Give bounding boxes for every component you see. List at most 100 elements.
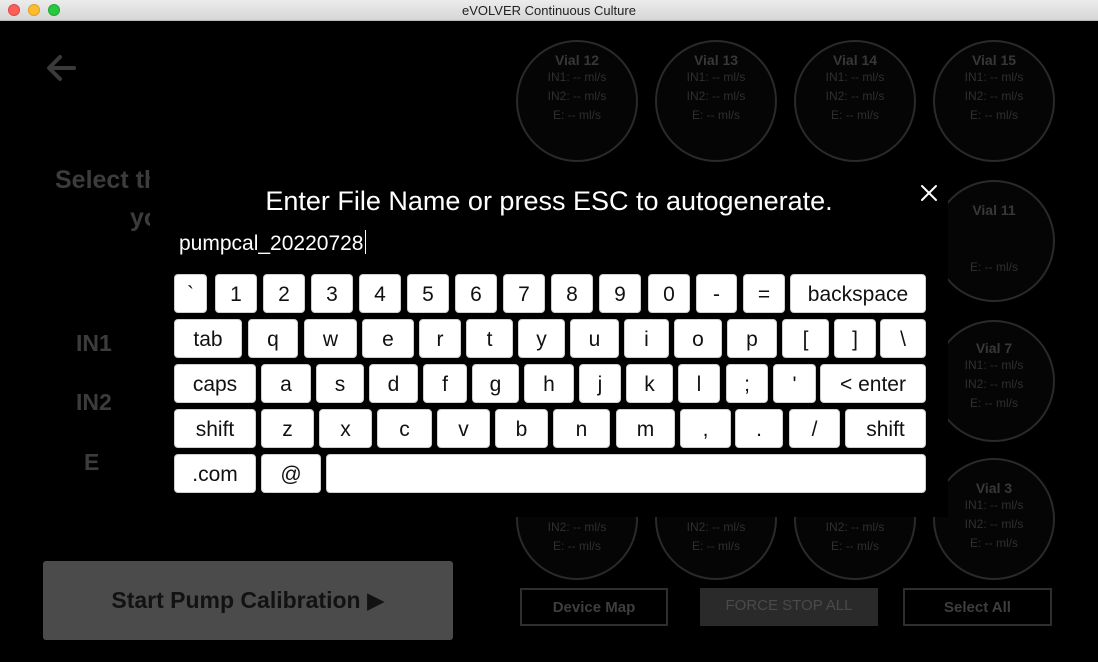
vial-name: Vial 3	[975, 480, 1013, 496]
key-9[interactable]: 9	[599, 274, 641, 313]
text-caret	[364, 230, 366, 254]
key-k[interactable]: k	[626, 364, 673, 403]
key-h[interactable]: h	[524, 364, 574, 403]
row-label-e: E	[84, 449, 100, 475]
key-w[interactable]: w	[304, 319, 357, 358]
force-stop-all-button[interactable]: FORCE STOP ALL	[700, 588, 878, 626]
key-8[interactable]: 8	[551, 274, 593, 313]
vial-in2-rate: IN2: -- ml/s	[547, 520, 607, 534]
key-left-bracket[interactable]: [	[782, 319, 829, 358]
key-1[interactable]: 1	[215, 274, 257, 313]
key-s[interactable]: s	[316, 364, 364, 403]
vial-e-rate: E: -- ml/s	[831, 539, 879, 553]
vial-e-rate: E: -- ml/s	[553, 108, 601, 122]
key-at[interactable]: @	[261, 454, 321, 493]
filename-value: pumpcal_20220728	[179, 232, 364, 255]
key-e[interactable]: e	[362, 319, 414, 358]
vial-15[interactable]: Vial 15 IN1: -- ml/s IN2: -- ml/s E: -- …	[933, 40, 1055, 162]
vial-in1-rate: IN1: -- ml/s	[547, 70, 607, 84]
key-c[interactable]: c	[377, 409, 432, 448]
close-icon[interactable]	[919, 183, 939, 203]
key-4[interactable]: 4	[359, 274, 401, 313]
key-minus[interactable]: -	[696, 274, 737, 313]
back-arrow-icon[interactable]	[44, 52, 78, 84]
vial-name: Vial 13	[693, 52, 739, 68]
row-label-in1: IN1	[76, 330, 112, 356]
vial-in2-rate: IN2: -- ml/s	[825, 89, 885, 103]
vial-in2-rate: IN2: -- ml/s	[825, 520, 885, 534]
row-label-in2: IN2	[76, 389, 112, 415]
vial-e-rate: E: -- ml/s	[692, 108, 740, 122]
vial-name: Vial 15	[971, 52, 1017, 68]
vial-in1-rate: IN1: -- ml/s	[964, 498, 1024, 512]
vial-in1-rate: IN1: -- ml/s	[964, 70, 1024, 84]
key-f[interactable]: f	[423, 364, 467, 403]
vial-name: Vial 7	[975, 340, 1013, 356]
key-3[interactable]: 3	[311, 274, 353, 313]
key-y[interactable]: y	[518, 319, 565, 358]
key-backspace[interactable]: backspace	[790, 274, 926, 313]
key-p[interactable]: p	[727, 319, 777, 358]
key-x[interactable]: x	[319, 409, 372, 448]
key-i[interactable]: i	[624, 319, 669, 358]
vial-in2-rate: IN2: -- ml/s	[686, 89, 746, 103]
key-space[interactable]	[326, 454, 926, 493]
key-5[interactable]: 5	[407, 274, 449, 313]
key-q[interactable]: q	[248, 319, 298, 358]
vial-in2-rate: IN2: -- ml/s	[547, 89, 607, 103]
vial-e-rate: E: -- ml/s	[553, 539, 601, 553]
key-enter[interactable]: < enter	[820, 364, 926, 403]
key-quote[interactable]: '	[773, 364, 816, 403]
key-period[interactable]: .	[735, 409, 783, 448]
key-b[interactable]: b	[495, 409, 548, 448]
vial-e-rate: E: -- ml/s	[970, 108, 1018, 122]
key-shift-left[interactable]: shift	[174, 409, 256, 448]
vial-name: Vial 14	[832, 52, 878, 68]
key-j[interactable]: j	[579, 364, 621, 403]
key-t[interactable]: t	[466, 319, 513, 358]
device-map-button[interactable]: Device Map	[520, 588, 668, 626]
key-backslash[interactable]: \	[880, 319, 926, 358]
key-comma[interactable]: ,	[680, 409, 731, 448]
key-dot-com[interactable]: .com	[174, 454, 256, 493]
key-v[interactable]: v	[437, 409, 490, 448]
key-g[interactable]: g	[472, 364, 519, 403]
key-o[interactable]: o	[674, 319, 722, 358]
select-all-button[interactable]: Select All	[903, 588, 1052, 626]
key-d[interactable]: d	[369, 364, 418, 403]
key-tab[interactable]: tab	[174, 319, 242, 358]
key-l[interactable]: l	[678, 364, 720, 403]
vial-in2-rate: IN2: -- ml/s	[964, 89, 1024, 103]
key-u[interactable]: u	[570, 319, 619, 358]
vial-3[interactable]: Vial 3 IN1: -- ml/s IN2: -- ml/s E: -- m…	[933, 458, 1055, 580]
vial-in2-rate: IN2: -- ml/s	[686, 520, 746, 534]
key-0[interactable]: 0	[648, 274, 690, 313]
key-r[interactable]: r	[419, 319, 461, 358]
key-n[interactable]: n	[553, 409, 610, 448]
vial-in1-rate: IN1: -- ml/s	[964, 358, 1024, 372]
vial-e-rate: E: -- ml/s	[692, 539, 740, 553]
key-slash[interactable]: /	[789, 409, 840, 448]
key-caps[interactable]: caps	[174, 364, 256, 403]
vial-12[interactable]: Vial 12 IN1: -- ml/s IN2: -- ml/s E: -- …	[516, 40, 638, 162]
vial-e-rate: E: -- ml/s	[970, 536, 1018, 550]
window-titlebar: eVOLVER Continuous Culture	[0, 0, 1098, 21]
key-a[interactable]: a	[261, 364, 311, 403]
start-pump-calibration-button[interactable]: Start Pump Calibration ▶	[43, 561, 453, 640]
key-right-bracket[interactable]: ]	[834, 319, 876, 358]
key-m[interactable]: m	[616, 409, 675, 448]
key-7[interactable]: 7	[503, 274, 545, 313]
vial-13[interactable]: Vial 13 IN1: -- ml/s IN2: -- ml/s E: -- …	[655, 40, 777, 162]
key-semicolon[interactable]: ;	[726, 364, 768, 403]
key-backtick[interactable]: `	[174, 274, 207, 313]
window-title: eVOLVER Continuous Culture	[462, 3, 636, 18]
vial-in2-rate: IN2: -- ml/s	[964, 377, 1024, 391]
vial-7[interactable]: Vial 7 IN1: -- ml/s IN2: -- ml/s E: -- m…	[933, 320, 1055, 442]
key-equals[interactable]: =	[743, 274, 785, 313]
key-z[interactable]: z	[261, 409, 314, 448]
key-2[interactable]: 2	[263, 274, 305, 313]
key-6[interactable]: 6	[455, 274, 497, 313]
key-shift-right[interactable]: shift	[845, 409, 926, 448]
vial-14[interactable]: Vial 14 IN1: -- ml/s IN2: -- ml/s E: -- …	[794, 40, 916, 162]
filename-input[interactable]: pumpcal_20220728	[179, 230, 366, 256]
